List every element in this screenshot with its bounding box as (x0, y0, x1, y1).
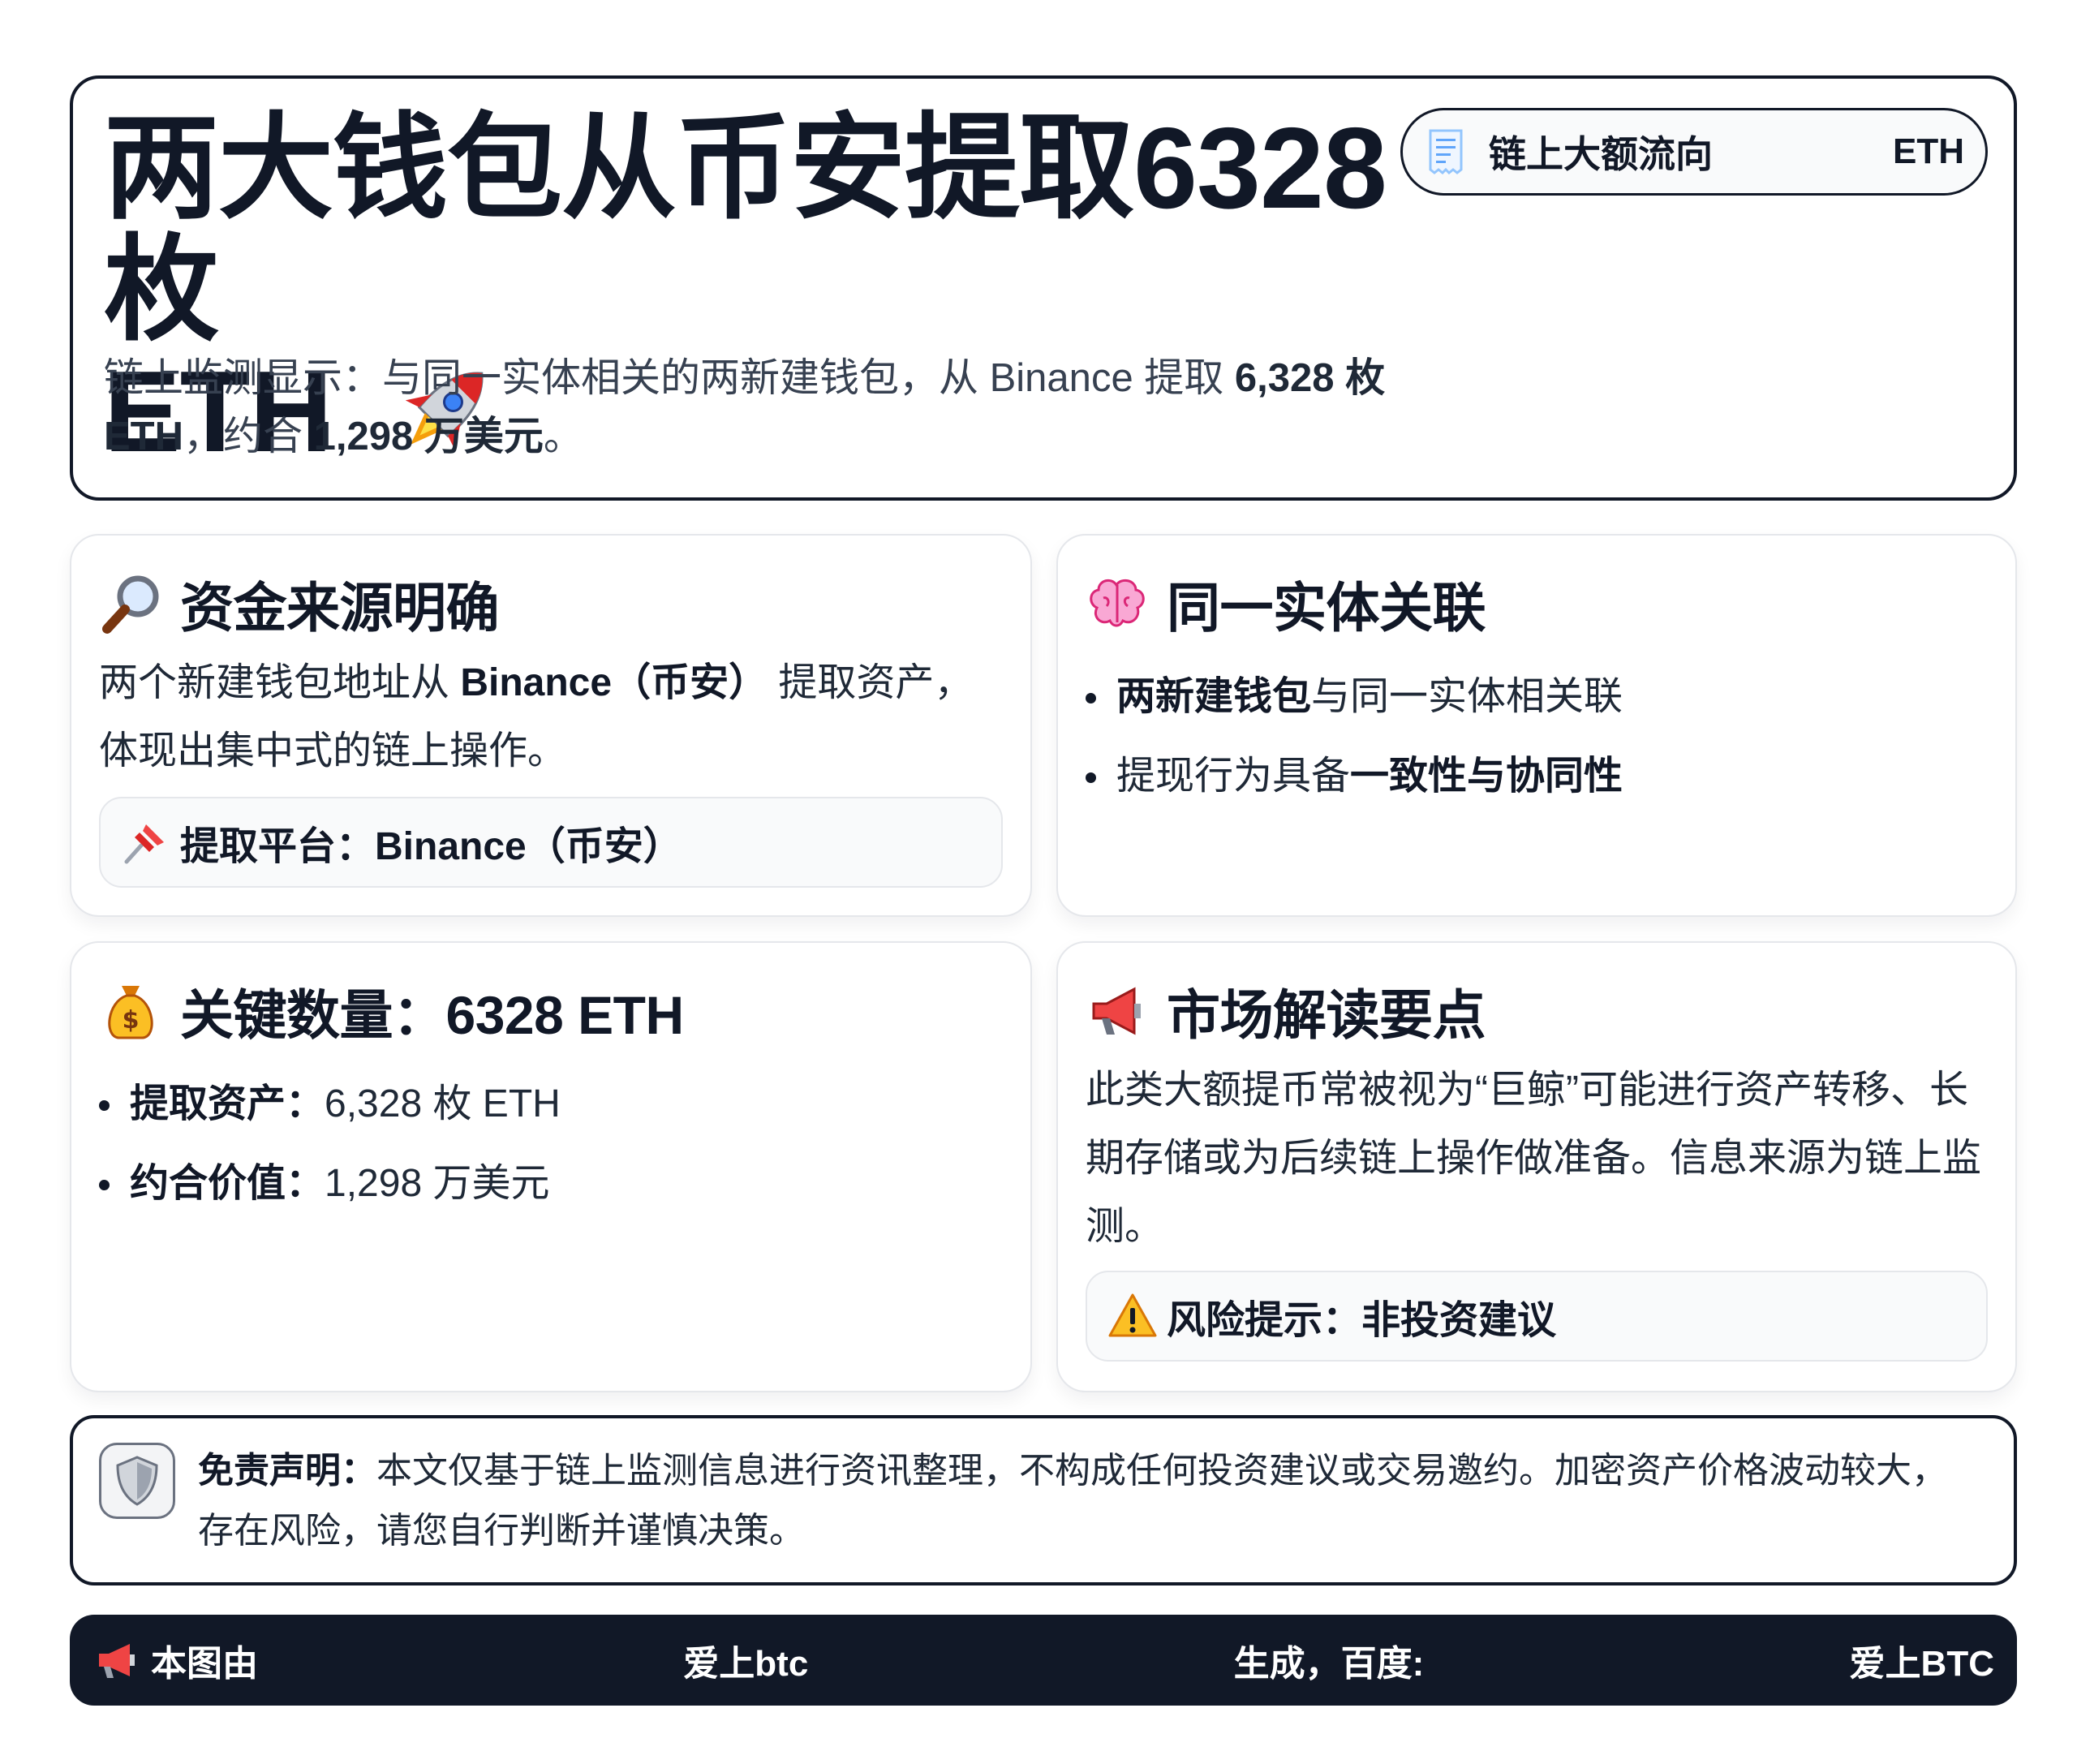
card-title: 市场解读要点 (1167, 985, 1486, 1045)
page: 两大钱包从币安提取6328枚 ETH 链上监测显示：与同一实体相关的两新建钱包，… (0, 0, 2077, 1764)
pushpin-icon (124, 824, 164, 864)
card-key-amount: $ 关键数量：6328 ETH 提取资产：6,328 枚 ETH 约合价值：1,… (70, 941, 1032, 1392)
card-title: 同一实体关联 (1167, 578, 1486, 638)
warning-icon (1108, 1293, 1157, 1337)
list-item-label: 约合价值： (130, 1162, 325, 1205)
card-title: 关键数量：6328 ETH (180, 985, 684, 1045)
footer-text-3: 生成，百度: (1233, 1644, 1425, 1684)
summary-text: 链上监测显示：与同一实体相关的两新建钱包，从 Binance 提取 (104, 356, 1235, 400)
risk-callout: 风险提示：非投资建议 (1086, 1271, 1988, 1362)
card-body: 此类大额提币常被视为“巨鲸”可能进行资产转移、长期存储或为后续链上操作做准备。信… (1086, 1069, 1982, 1248)
card-title: 资金来源明确 (180, 578, 500, 638)
body-text: 两个新建钱包地址从 (99, 661, 461, 704)
platform-text: 提取平台：Binance（币安） (180, 825, 682, 868)
card-body: 两个新建钱包地址从 Binance（币安） 提取资产，体现出集中式的链上操作。 (99, 649, 998, 785)
list-item-emphasis: 一致性与协同性 (1350, 755, 1623, 798)
list-item-emphasis: 两新建钱包 (1116, 675, 1312, 718)
list-item: 两新建钱包与同一实体相关联 (1086, 657, 1983, 737)
amount-list: 提取资产：6,328 枚 ETH 约合价值：1,298 万美元 (99, 1065, 998, 1224)
disclaimer-box: 免责声明：本文仅基于链上监测信息进行资讯整理，不构成任何投资建议或交易邀约。加密… (70, 1415, 2017, 1585)
card-header: 市场解读要点 (1086, 972, 1486, 1050)
card-header: 同一实体关联 (1086, 565, 1486, 643)
disclaimer-text: 免责声明：本文仅基于链上监测信息进行资讯整理，不构成任何投资建议或交易邀约。加密… (198, 1441, 1981, 1561)
list-item-text: 提现行为具备 (1116, 755, 1351, 798)
risk-text: 风险提示：非投资建议 (1167, 1299, 1557, 1342)
list-item: 提现行为具备一致性与协同性 (1086, 737, 1983, 816)
shield-badge (99, 1443, 175, 1519)
shield-icon (116, 1456, 158, 1506)
megaphone-icon (1092, 987, 1141, 1035)
platform-callout: 提取平台：Binance（币安） (99, 797, 1003, 888)
card-header: 资金来源明确 (99, 565, 500, 643)
headline-card: 两大钱包从币安提取6328枚 ETH 链上监测显示：与同一实体相关的两新建钱包，… (70, 75, 2017, 501)
summary-value: 1,298 万美元 (313, 415, 544, 458)
brain-icon (1090, 579, 1145, 627)
footer-bar: 本图由 爱上btc 生成，百度: 爱上BTC (70, 1615, 2017, 1706)
footer-text-1: 本图由 (151, 1644, 258, 1684)
footer-search-term: 爱上BTC (1849, 1644, 1994, 1684)
tag-value: ETH (1893, 131, 1964, 171)
summary-text-end: 。 (543, 415, 583, 458)
card-market-insight: 市场解读要点 此类大额提币常被视为“巨鲸”可能进行资产转移、长期存储或为后续链上… (1056, 941, 2017, 1392)
card-header: $ 关键数量：6328 ETH (99, 972, 684, 1050)
list-item-value: 6,328 枚 ETH (325, 1082, 561, 1125)
card-fund-source: 资金来源明确 两个新建钱包地址从 Binance（币安） 提取资产，体现出集中式… (70, 534, 1032, 917)
list-item: 提取资产：6,328 枚 ETH (99, 1065, 998, 1144)
card-entity: 同一实体关联 两新建钱包与同一实体相关联 提现行为具备一致性与协同性 (1056, 534, 2017, 917)
disclaimer-body: 本文仅基于链上监测信息进行资讯整理，不构成任何投资建议或交易邀约。加密资产价格波… (198, 1451, 1947, 1551)
receipt-icon (1429, 129, 1463, 174)
disclaimer-label: 免责声明： (198, 1451, 376, 1491)
svg-text:$: $ (123, 1006, 140, 1035)
list-item: 约合价值：1,298 万美元 (99, 1144, 998, 1224)
title-line-1: 两大钱包从币安提取6328枚 (104, 104, 1387, 355)
list-item-value: 1,298 万美元 (325, 1162, 550, 1205)
headline-summary: 链上监测显示：与同一实体相关的两新建钱包，从 Binance 提取 6,328 … (104, 349, 1434, 466)
list-item-label: 提取资产： (130, 1082, 325, 1125)
tag-label: 链上大额流向 (1489, 133, 1713, 175)
entity-list: 两新建钱包与同一实体相关联 提现行为具备一致性与协同性 (1086, 657, 1983, 816)
summary-text-mid: ，约合 (183, 415, 314, 458)
category-tag: 链上大额流向 ETH (1400, 108, 1988, 196)
magnifier-icon (102, 575, 159, 634)
megaphone-icon (99, 1644, 135, 1678)
list-item-text: 与同一实体相关联 (1311, 675, 1623, 718)
body-emphasis: Binance（币安） (460, 661, 768, 704)
money-bag-icon: $ (108, 986, 153, 1039)
footer-credit: 本图由 (94, 1634, 258, 1686)
footer-brand: 爱上btc (683, 1644, 809, 1684)
